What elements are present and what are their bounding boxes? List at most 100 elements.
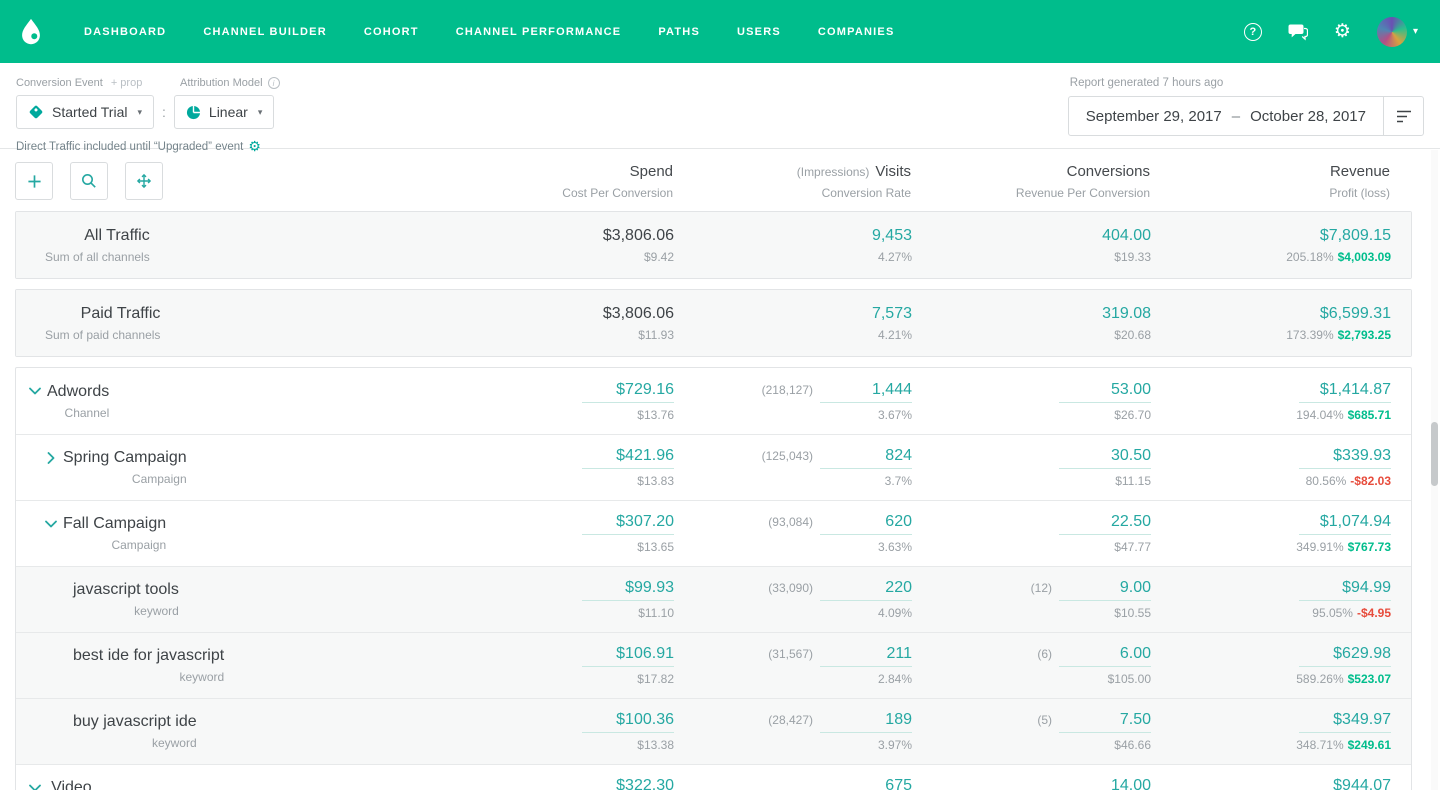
filter-bar: Conversion Event + prop Attribution Mode…	[0, 63, 1440, 149]
profit-value: $767.73	[1348, 540, 1391, 554]
nav-item-channel-performance[interactable]: CHANNEL PERFORMANCE	[456, 26, 622, 38]
row-expand-chevron[interactable]	[29, 387, 41, 395]
row-title: Fall Campaign	[63, 515, 166, 533]
visits-value[interactable]: 7,573	[872, 305, 912, 322]
direct-traffic-note: Direct Traffic included until “Upgraded”…	[16, 141, 243, 153]
column-header-visits: (Impressions)Visits Conversion Rate	[673, 163, 911, 200]
conversion-event-dropdown[interactable]: Started Trial ▾	[16, 95, 154, 129]
scrollbar-thumb[interactable]	[1431, 422, 1438, 486]
note-gear-icon[interactable]: ⚙	[248, 138, 261, 155]
conversions-value[interactable]: 14.00	[1059, 777, 1151, 790]
visits-value[interactable]: 1,444	[820, 381, 912, 403]
nav-item-channel-builder[interactable]: CHANNEL BUILDER	[203, 26, 327, 38]
spend-value[interactable]: $106.91	[582, 645, 674, 667]
conversions-value[interactable]: 7.50	[1059, 711, 1151, 733]
row-expand-chevron[interactable]	[45, 454, 57, 462]
row-expand-chevron[interactable]	[29, 784, 41, 790]
revenue-value[interactable]: $7,809.15	[1320, 227, 1391, 244]
spend-value[interactable]: $99.93	[582, 579, 674, 601]
revenue-per-conversion-value: $47.77	[912, 540, 1151, 554]
revenue-value[interactable]: $944.07	[1299, 777, 1391, 790]
table-row-fall-campaign: Fall Campaign Campaign $307.20 $13.65 (9…	[16, 500, 1411, 566]
table-section: Paid Traffic Sum of paid channels $3,806…	[15, 289, 1412, 357]
spend-cell: $100.36 $13.38	[425, 711, 674, 752]
cost-per-conversion-value: $11.10	[425, 606, 674, 620]
conversions-value[interactable]: 319.08	[1102, 305, 1151, 322]
settings-gear-icon[interactable]: ⚙	[1334, 22, 1351, 41]
visits-value[interactable]: 620	[820, 513, 912, 535]
visits-value[interactable]: 675	[820, 777, 912, 790]
report-options-button[interactable]	[1383, 97, 1423, 135]
row-subtitle: Campaign	[63, 472, 187, 486]
visits-value[interactable]: 189	[820, 711, 912, 733]
visits-cell: (31,567)211 2.84%	[674, 645, 912, 686]
column-header-spend: Spend Cost Per Conversion	[424, 163, 673, 200]
conversion-rate-value: 2.84%	[674, 672, 912, 686]
revenue-value[interactable]: $6,599.31	[1320, 305, 1391, 322]
add-prop-link[interactable]: + prop	[111, 77, 143, 89]
spend-cell: $99.93 $11.10	[425, 579, 674, 620]
user-menu[interactable]: ▾	[1377, 17, 1418, 47]
profit-percent-value: 95.05%	[1312, 606, 1353, 620]
attribution-model-dropdown[interactable]: Linear ▾	[174, 95, 274, 129]
nav-item-cohort[interactable]: COHORT	[364, 26, 419, 38]
nav-item-users[interactable]: USERS	[737, 26, 781, 38]
visits-value[interactable]: 824	[820, 447, 912, 469]
row-subtitle: keyword	[73, 736, 197, 750]
table-row-buy-javascript-ide: buy javascript ide keyword $100.36 $13.3…	[16, 698, 1411, 764]
conversion-rate-value: 3.97%	[674, 738, 912, 752]
revenue-value[interactable]: $1,414.87	[1299, 381, 1391, 403]
revenue-cell: $1,414.87 194.04%$685.71	[1151, 381, 1391, 422]
spend-value[interactable]: $307.20	[582, 513, 674, 535]
plus-icon	[27, 174, 42, 189]
conversions-cell: (12)9.00 $10.55	[912, 579, 1151, 620]
visits-cell: (33,090)220 4.09%	[674, 579, 912, 620]
conversions-value[interactable]: 30.50	[1059, 447, 1151, 469]
revenue-value[interactable]: $629.98	[1299, 645, 1391, 667]
info-icon[interactable]: i	[268, 77, 280, 89]
revenue-value[interactable]: $339.93	[1299, 447, 1391, 469]
avatar[interactable]	[1377, 17, 1407, 47]
visits-value[interactable]: 220	[820, 579, 912, 601]
revenue-value[interactable]: $94.99	[1299, 579, 1391, 601]
reorder-button[interactable]	[125, 162, 163, 200]
conversions-value[interactable]: 22.50	[1059, 513, 1151, 535]
spend-value[interactable]: $421.96	[582, 447, 674, 469]
profit-value: $249.61	[1348, 738, 1391, 752]
add-channel-button[interactable]	[15, 162, 53, 200]
nav-item-companies[interactable]: COMPANIES	[818, 26, 895, 38]
help-icon[interactable]: ?	[1244, 23, 1262, 41]
row-title: best ide for javascript	[73, 647, 224, 665]
app-logo-icon[interactable]	[16, 17, 46, 47]
table-row-best-ide-for-javascript: best ide for javascript keyword $106.91 …	[16, 632, 1411, 698]
date-range-picker[interactable]: September 29, 2017 – October 28, 2017	[1069, 97, 1383, 135]
conversions-value[interactable]: 9.00	[1059, 579, 1151, 601]
conversions-count-pre: (5)	[1037, 713, 1052, 727]
profit-value: $2,793.25	[1338, 328, 1391, 342]
visits-value[interactable]: 9,453	[872, 227, 912, 244]
visits-cell: 9,453 4.27%	[674, 227, 912, 264]
profit-percent-value: 173.39%	[1286, 328, 1333, 342]
chat-icon[interactable]	[1288, 23, 1308, 41]
cost-per-conversion-value: $13.76	[425, 408, 674, 422]
nav-item-dashboard[interactable]: DASHBOARD	[84, 26, 166, 38]
nav-item-paths[interactable]: PATHS	[658, 26, 700, 38]
spend-value: $3,806.06	[603, 227, 674, 244]
search-button[interactable]	[70, 162, 108, 200]
spend-value[interactable]: $729.16	[582, 381, 674, 403]
cost-per-conversion-value: $13.65	[425, 540, 674, 554]
conversions-value[interactable]: 6.00	[1059, 645, 1151, 667]
spend-value[interactable]: $322.30	[582, 777, 674, 790]
table-row-all-traffic: All Traffic Sum of all channels $3,806.0…	[16, 212, 1411, 278]
conversions-value[interactable]: 404.00	[1102, 227, 1151, 244]
visits-value[interactable]: 211	[820, 645, 912, 667]
profit-percent-value: 80.56%	[1306, 474, 1347, 488]
revenue-value[interactable]: $1,074.94	[1299, 513, 1391, 535]
conversions-value[interactable]: 53.00	[1059, 381, 1151, 403]
spend-value[interactable]: $100.36	[582, 711, 674, 733]
row-subtitle: Sum of all channels	[45, 250, 150, 264]
revenue-value[interactable]: $349.97	[1299, 711, 1391, 733]
cost-per-conversion-value: $11.93	[425, 328, 674, 342]
row-expand-chevron[interactable]	[45, 520, 57, 528]
conversions-cell: (5)7.50 $46.66	[912, 711, 1151, 752]
